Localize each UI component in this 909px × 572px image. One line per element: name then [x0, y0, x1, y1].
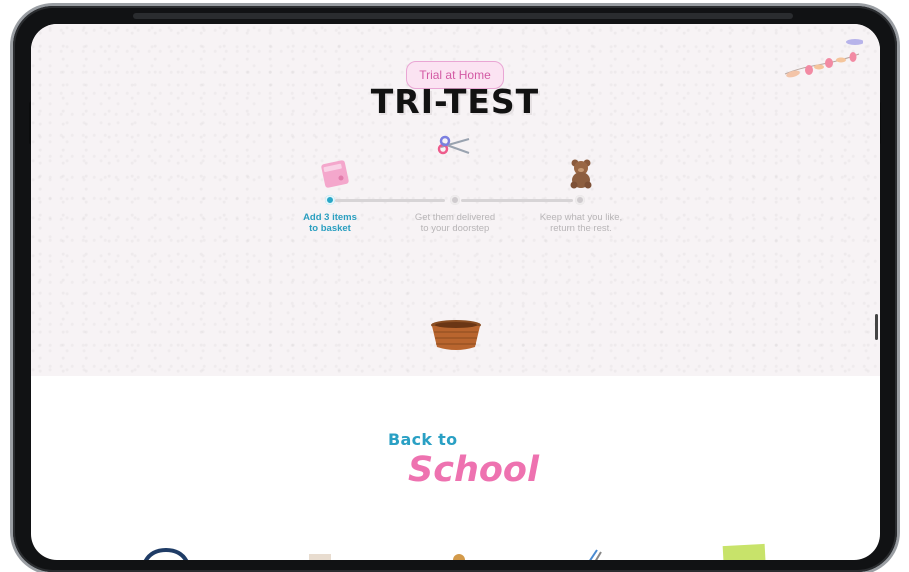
product-thumbnail-box[interactable]: [305, 548, 335, 560]
step-label-3-line1: Keep what you like,: [539, 212, 623, 223]
section-subtitle: Back to: [388, 430, 458, 449]
step-connector-2: [461, 199, 573, 202]
step-label-1: Add 3 items to basket: [275, 212, 385, 234]
product-thumbnail-pencils[interactable]: [583, 548, 607, 560]
product-thumbnail-toy[interactable]: [447, 548, 471, 560]
step-label-2-line1: Get them delivered: [414, 212, 496, 223]
trial-hero-section: Trial at Home TRI-TEST Add 3 items to ba…: [31, 24, 880, 376]
basket-icon[interactable]: [429, 319, 483, 351]
step-label-3-line2: return the rest.: [550, 223, 612, 234]
teddy-bear-icon: [570, 159, 592, 189]
step-dot-1: [325, 195, 335, 205]
scrollbar[interactable]: [875, 314, 878, 340]
step-label-1-line2: to basket: [309, 223, 351, 234]
section-title: School: [408, 450, 539, 490]
step-label-3: Keep what you like, return the rest.: [526, 212, 636, 234]
step-dot-3: [575, 195, 585, 205]
step-label-2: Get them delivered to your doorstep: [400, 212, 510, 234]
book-icon: [321, 160, 349, 188]
product-thumbnail-notebook[interactable]: [721, 542, 767, 560]
step-dot-2: [450, 195, 460, 205]
product-thumbnail-bag[interactable]: [141, 548, 191, 560]
screen: Trial at Home TRI-TEST Add 3 items to ba…: [31, 24, 880, 560]
step-label-1-line1: Add 3 items: [303, 212, 357, 223]
step-connector-1: [335, 199, 445, 202]
device-top-bezel: [133, 13, 793, 19]
step-label-2-line2: to your doorstep: [420, 223, 490, 234]
